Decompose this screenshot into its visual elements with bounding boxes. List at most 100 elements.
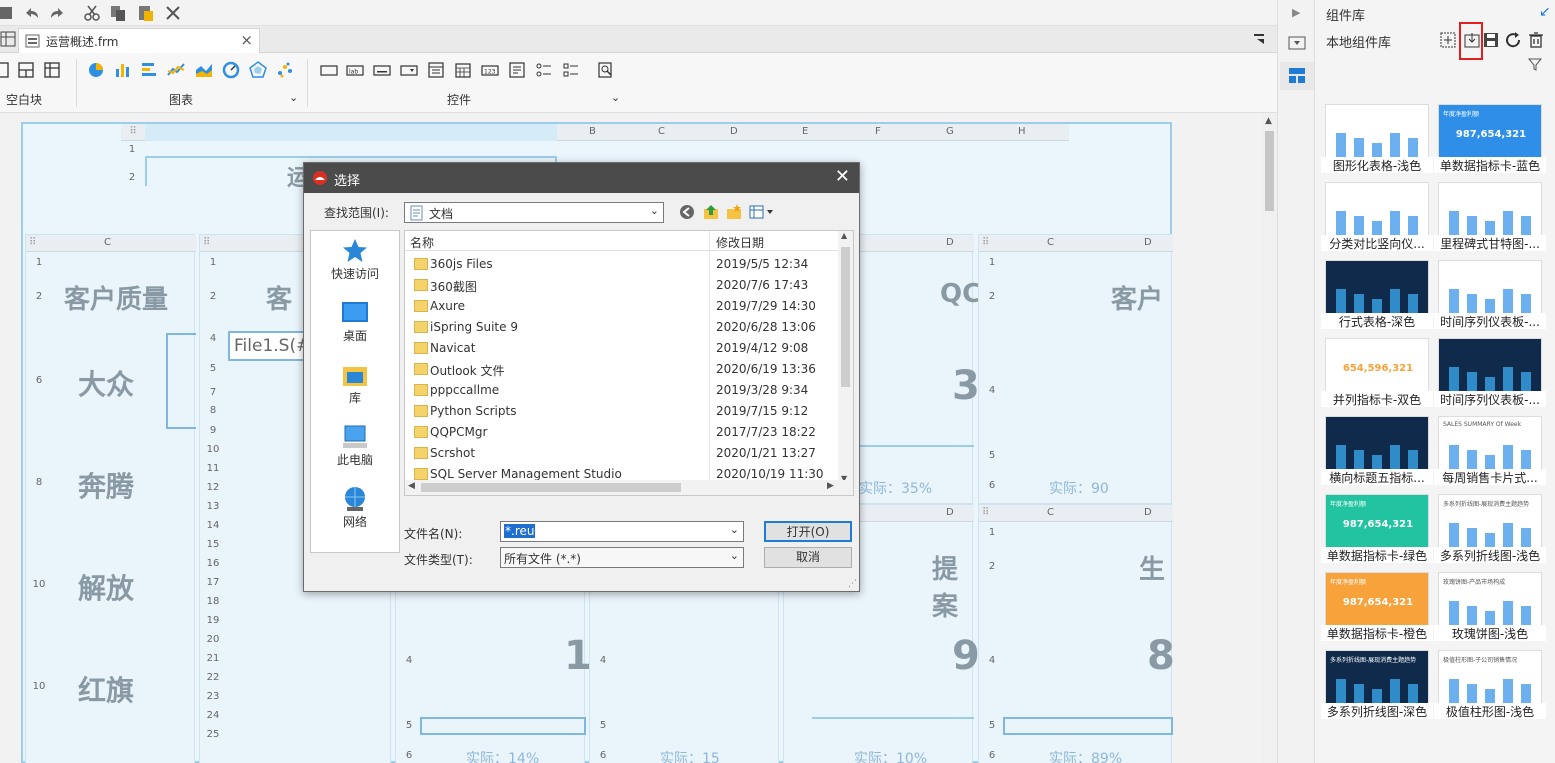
layout-block-icon[interactable] — [17, 61, 35, 79]
quick-access[interactable]: 快速访问 — [311, 237, 399, 282]
number-widget-icon[interactable]: 123 — [481, 61, 499, 79]
network[interactable]: 网络 — [311, 485, 399, 530]
save-component-icon[interactable] — [1482, 31, 1500, 49]
component-thumbnail[interactable]: 654,596,321 — [1325, 338, 1429, 398]
component-thumbnail[interactable]: 年度净盈利额 987,654,321 — [1325, 572, 1429, 632]
file-tab[interactable]: 运营概述.frm × — [18, 28, 260, 53]
close-tab-icon[interactable]: × — [240, 31, 253, 49]
radio-widget-icon[interactable] — [535, 61, 553, 79]
component-caption[interactable]: 每周销售卡片式... — [1434, 469, 1546, 485]
redo-icon[interactable] — [47, 3, 67, 23]
file-list[interactable]: 名称 ^ 修改日期 360js Files 2019/5/5 12:34 360截图… — [404, 230, 854, 496]
chevron-down-icon[interactable]: ⌄ — [730, 549, 739, 562]
file-row[interactable]: pppccallme 2019/3/28 9:34 — [405, 380, 840, 401]
group-widget[interactable]: 控件 — [447, 91, 471, 108]
component-caption[interactable]: 横向标题五指标... — [1321, 469, 1433, 485]
look-in-select[interactable]: 文档 ⌄ — [404, 202, 664, 223]
pie-chart-icon[interactable] — [87, 61, 105, 79]
column-date[interactable]: 修改日期 — [716, 234, 764, 251]
file-list-vertical-scrollbar[interactable]: ▲ ▼ — [838, 231, 853, 483]
date-widget-icon[interactable] — [454, 61, 472, 79]
textarea-widget-icon[interactable] — [508, 61, 526, 79]
component-caption[interactable]: 行式表格-深色 — [1321, 313, 1433, 329]
paste-icon[interactable] — [136, 3, 156, 23]
component-caption[interactable]: 时间序列仪表板-... — [1434, 313, 1546, 329]
component-thumbnail[interactable] — [1325, 182, 1429, 242]
file-row[interactable]: Axure 2019/7/29 14:30 — [405, 296, 840, 317]
component-caption[interactable]: 多系列折线图-浅色 — [1434, 547, 1546, 563]
dropdown-widget-icon[interactable] — [400, 61, 418, 79]
button-widget-icon[interactable] — [373, 61, 391, 79]
save-icon[interactable] — [0, 3, 14, 23]
file-row[interactable]: Outlook 文件 2020/6/19 13:36 — [405, 359, 840, 380]
cancel-button[interactable]: 取消 — [764, 547, 852, 568]
file-row[interactable]: iSpring Suite 9 2020/6/28 13:06 — [405, 317, 840, 338]
trash-icon[interactable] — [1527, 31, 1545, 49]
canvas-vertical-scrollbar[interactable]: ▲ — [1262, 113, 1277, 763]
file-list-horizontal-scrollbar[interactable]: ◀ ▶ — [405, 480, 853, 495]
component-thumbnail[interactable] — [1325, 260, 1429, 320]
grid-icon[interactable] — [0, 31, 16, 47]
bar-chart-icon[interactable] — [114, 61, 132, 79]
file-row[interactable]: QQPCMgr 2017/7/23 18:22 — [405, 422, 840, 443]
component-library-toggle[interactable] — [1280, 62, 1314, 90]
file-name-input[interactable]: *.reu ⌄ — [500, 521, 744, 542]
dialog-title-bar[interactable]: 选择 ✕ — [304, 163, 859, 193]
canvas-scroll-thumb[interactable] — [1265, 131, 1274, 211]
component-thumbnail[interactable]: 玫瑰饼图-产品市场构成 — [1438, 572, 1542, 632]
component-caption[interactable]: 玫瑰饼图-浅色 — [1434, 625, 1546, 641]
line-chart-icon[interactable] — [167, 61, 185, 79]
component-caption[interactable]: 单数据指标卡-橙色 — [1321, 625, 1433, 641]
group-chart[interactable]: 图表 — [169, 91, 193, 108]
component-thumbnail[interactable]: 年度净盈利额 987,654,321 — [1325, 494, 1429, 554]
back-icon[interactable] — [679, 204, 695, 220]
scatter-chart-icon[interactable] — [276, 61, 294, 79]
chevron-down-icon[interactable]: ⌄ — [611, 91, 620, 104]
open-button[interactable]: 打开(O) — [764, 521, 852, 542]
gauge-chart-icon[interactable] — [222, 61, 240, 79]
file-type-select[interactable]: 所有文件 (*.*) ⌄ — [500, 547, 744, 568]
component-thumbnail[interactable]: 多系列折线图-展现消费主题趋势 — [1325, 650, 1429, 710]
component-thumbnail[interactable]: 年度净盈利额 987,654,321 — [1438, 104, 1542, 164]
new-folder-icon[interactable] — [725, 203, 743, 221]
refresh-icon[interactable] — [1504, 31, 1522, 49]
component-caption[interactable]: 多系列折线图-深色 — [1321, 703, 1433, 719]
file-row[interactable]: Navicat 2019/4/12 9:08 — [405, 338, 840, 359]
new-component-icon[interactable] — [1439, 31, 1457, 49]
file-row[interactable]: Python Scripts 2019/7/15 9:12 — [405, 401, 840, 422]
filter-icon[interactable] — [1528, 57, 1542, 71]
area-chart-icon[interactable] — [195, 61, 213, 79]
cut-icon[interactable] — [82, 3, 102, 23]
up-folder-icon[interactable] — [702, 203, 720, 221]
component-thumbnail[interactable] — [1438, 338, 1542, 398]
chevron-down-icon[interactable]: ⌄ — [650, 204, 659, 217]
chevron-right-icon[interactable]: ▶ — [1292, 6, 1300, 19]
panel-production[interactable]: ⠿ C D 1 2 4 5 6 生 8 实际：89% — [978, 504, 1175, 763]
block-icon[interactable] — [0, 61, 10, 79]
hbar-chart-icon[interactable] — [140, 61, 158, 79]
component-caption[interactable]: 时间序列仪表板-... — [1434, 391, 1546, 407]
file-row[interactable]: 360js Files 2019/5/5 12:34 — [405, 254, 840, 275]
group-blank-block[interactable]: 空白块 — [6, 91, 42, 108]
table-block-icon[interactable] — [43, 61, 61, 79]
component-thumbnail[interactable] — [1438, 260, 1542, 320]
component-thumbnail[interactable]: SALES SUMMARY Of Week — [1438, 416, 1542, 476]
panel-toggle-icon[interactable] — [1288, 36, 1306, 50]
copy-icon[interactable] — [108, 3, 128, 23]
panel-customer-quality[interactable]: ⠿ C 1 2 6 8 10 10 客户质量 大众 奔腾 解放 红旗 — [25, 234, 196, 763]
radar-chart-icon[interactable] — [249, 61, 267, 79]
libraries[interactable]: 库 — [311, 361, 399, 406]
resize-grip-icon[interactable]: ⋰ — [848, 579, 857, 589]
component-caption[interactable]: 分类对比竖向仪... — [1321, 235, 1433, 251]
file-row[interactable]: 360截图 2020/7/6 17:43 — [405, 275, 840, 296]
component-caption[interactable]: 图形化表格-浅色 — [1321, 157, 1433, 173]
delete-icon[interactable] — [163, 3, 183, 23]
this-pc[interactable]: 此电脑 — [311, 423, 399, 468]
component-thumbnail[interactable] — [1438, 182, 1542, 242]
chevron-down-icon[interactable]: ⌄ — [730, 523, 739, 536]
component-thumbnail[interactable] — [1325, 104, 1429, 164]
desktop[interactable]: 桌面 — [311, 299, 399, 344]
column-name[interactable]: 名称 — [410, 234, 434, 251]
view-menu-icon[interactable] — [749, 204, 777, 220]
component-thumbnail[interactable]: 多系列折线图-展现消费主题趋势 — [1438, 494, 1542, 554]
